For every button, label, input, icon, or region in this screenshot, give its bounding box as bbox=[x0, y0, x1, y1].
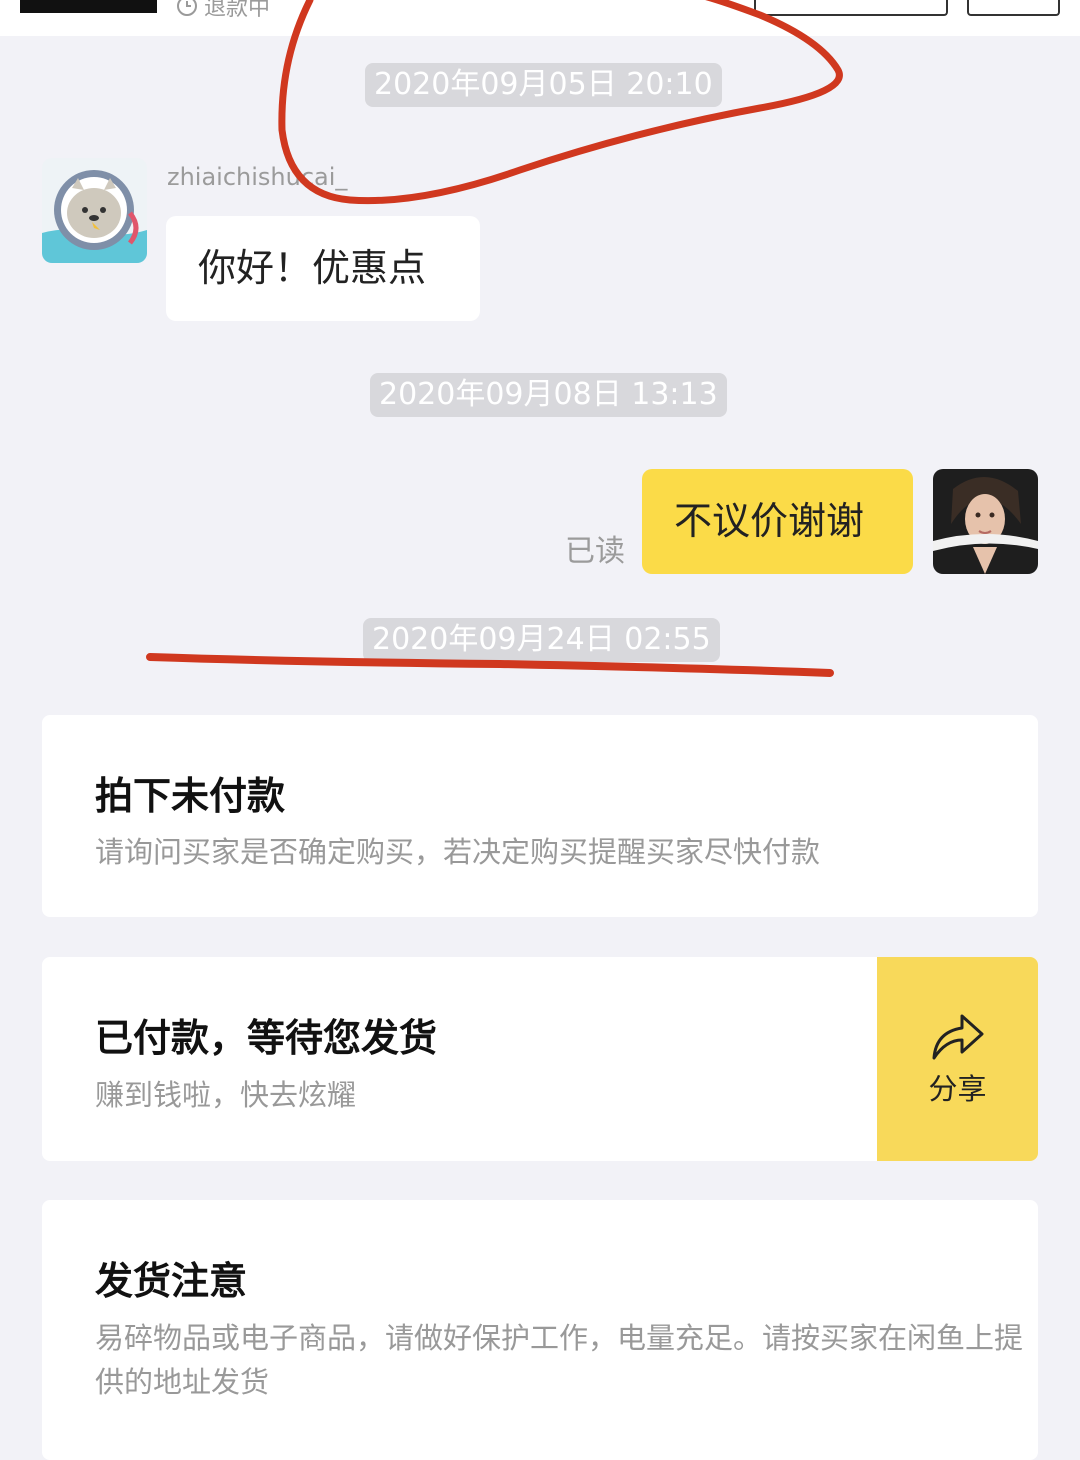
seller-avatar[interactable] bbox=[933, 469, 1038, 574]
card-unpaid[interactable]: 拍下未付款 请询问买家是否确定购买，若决定购买提醒买家尽快付款 bbox=[42, 715, 1038, 917]
share-label: 分享 bbox=[928, 1072, 987, 1106]
top-header-bar: 退款中 bbox=[0, 0, 1080, 36]
item-thumbnail[interactable] bbox=[20, 0, 157, 13]
timestamp-2: 2020年09月08日 13:13 bbox=[370, 373, 727, 417]
seller-message-bubble[interactable]: 不议价谢谢 bbox=[642, 469, 913, 574]
share-arrow-icon bbox=[932, 1014, 983, 1060]
read-status: 已读 bbox=[565, 534, 625, 569]
card-shipping-note[interactable]: 发货注意 易碎物品或电子商品，请做好保护工作，电量充足。请按买家在闲鱼上提供的地… bbox=[42, 1200, 1038, 1460]
card-shipping-note-title: 发货注意 bbox=[95, 1259, 248, 1303]
card-paid[interactable]: 已付款，等待您发货 赚到钱啦，快去炫耀 分享 bbox=[42, 957, 1038, 1161]
refund-status-label: 退款中 bbox=[204, 0, 271, 21]
share-button[interactable]: 分享 bbox=[877, 957, 1038, 1161]
card-paid-desc: 赚到钱啦，快去炫耀 bbox=[95, 1078, 357, 1112]
card-unpaid-desc: 请询问买家是否确定购买，若决定购买提醒买家尽快付款 bbox=[95, 835, 821, 869]
clock-icon bbox=[177, 0, 197, 16]
card-paid-title: 已付款，等待您发货 bbox=[95, 1016, 438, 1060]
cat-avatar-icon bbox=[42, 158, 147, 263]
timestamp-3: 2020年09月24日 02:55 bbox=[363, 618, 720, 662]
buyer-avatar[interactable] bbox=[42, 158, 147, 263]
card-shipping-note-desc: 易碎物品或电子商品，请做好保护工作，电量充足。请按买家在闲鱼上提供的地址发货 bbox=[95, 1321, 1024, 1399]
timestamp-1: 2020年09月05日 20:10 bbox=[365, 63, 722, 107]
portrait-avatar-icon bbox=[933, 469, 1038, 574]
header-action-button[interactable] bbox=[754, 0, 948, 16]
card-unpaid-title: 拍下未付款 bbox=[95, 774, 286, 818]
refund-status: 退款中 bbox=[176, 0, 271, 21]
buyer-username: zhiaichishucai_ bbox=[167, 163, 348, 191]
buyer-message-bubble[interactable]: 你好！优惠点 bbox=[166, 216, 480, 321]
header-more-button[interactable] bbox=[967, 0, 1060, 16]
